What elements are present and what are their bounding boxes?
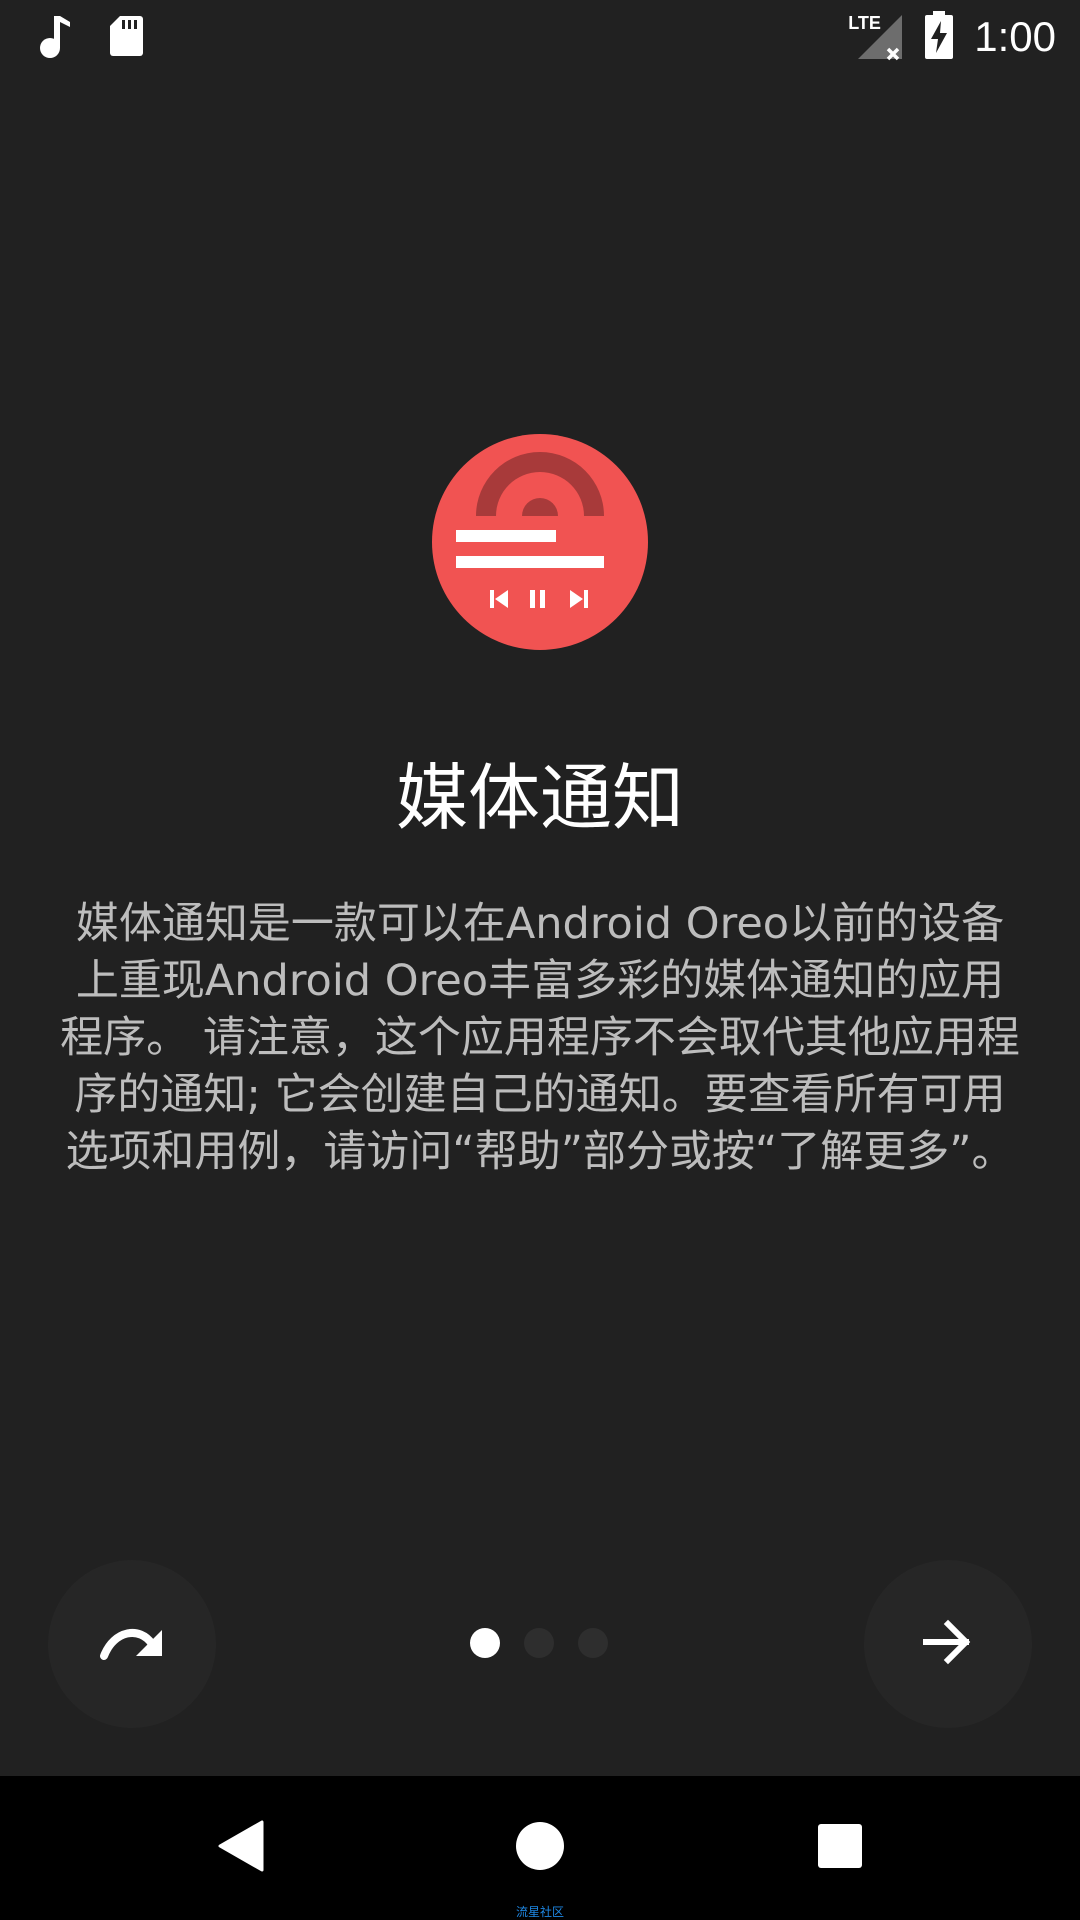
nav-home-button[interactable] bbox=[492, 1800, 588, 1896]
lte-signal-icon: LTE bbox=[848, 11, 904, 63]
page-dot-1[interactable] bbox=[470, 1628, 500, 1658]
recents-square-icon bbox=[817, 1823, 863, 1873]
home-circle-icon bbox=[515, 1821, 565, 1875]
arrow-right-icon bbox=[922, 1616, 974, 1672]
status-bar-clock: 1:00 bbox=[974, 13, 1056, 60]
back-triangle-icon bbox=[216, 1820, 264, 1876]
nav-back-button[interactable] bbox=[192, 1800, 288, 1896]
status-bar-system: LTE 1:00 bbox=[848, 10, 1056, 64]
page-indicator bbox=[470, 1628, 608, 1658]
next-button[interactable] bbox=[864, 1560, 1032, 1728]
navigation-bar bbox=[0, 1776, 1080, 1920]
network-type-label: LTE bbox=[848, 13, 881, 33]
intro-title: 媒体通知 bbox=[395, 756, 684, 840]
skip-button[interactable] bbox=[48, 1560, 216, 1728]
app-logo bbox=[432, 434, 648, 650]
nav-recents-button[interactable] bbox=[792, 1800, 888, 1896]
status-bar: LTE 1:00 bbox=[0, 0, 1080, 72]
watermark-text: 流星社区 bbox=[515, 1905, 564, 1919]
page-dot-2[interactable] bbox=[524, 1628, 554, 1658]
status-bar-notifications bbox=[36, 14, 144, 62]
page-dot-3[interactable] bbox=[578, 1628, 608, 1658]
intro-description: 媒体通知是一款可以在Android Oreo以前的设备上重现Android Or… bbox=[60, 899, 1020, 1177]
redo-arrow-icon bbox=[100, 1622, 164, 1666]
music-note-icon bbox=[36, 14, 72, 62]
battery-charging-icon bbox=[924, 10, 954, 64]
intro-screen: LTE 1:00 媒体通知 媒体通知是一款可以在Android Oreo以前的设… bbox=[0, 0, 1080, 1920]
sd-card-icon bbox=[108, 14, 144, 62]
